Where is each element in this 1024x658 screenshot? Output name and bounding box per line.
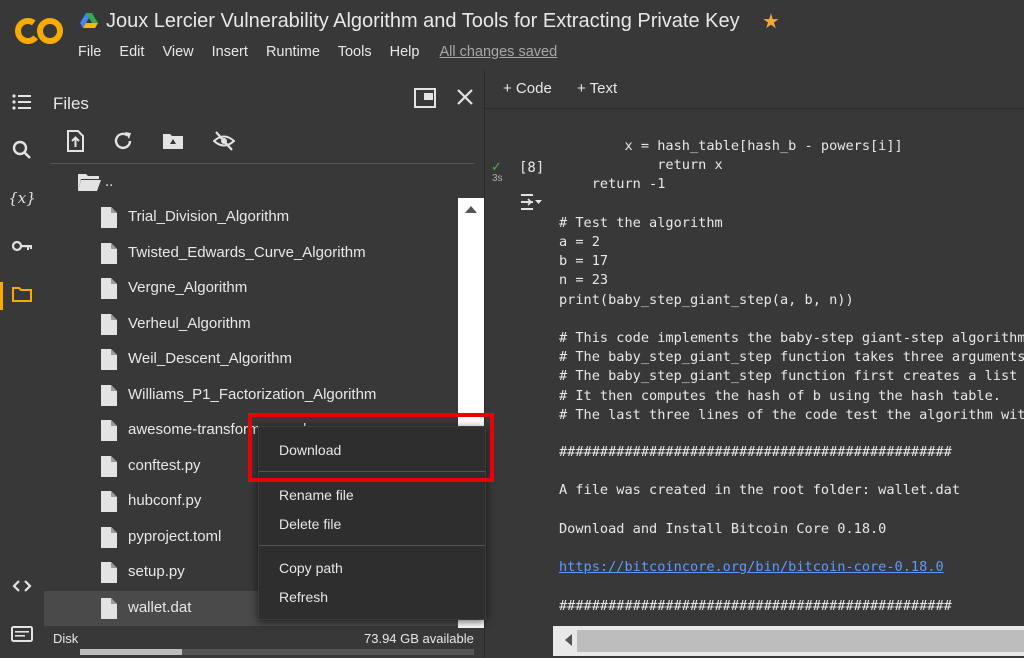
file-icon: [101, 313, 117, 335]
highlight-box: [248, 413, 494, 482]
refresh-icon[interactable]: [112, 130, 134, 152]
cell-output: ########################################…: [559, 443, 960, 616]
left-rail: {x}: [0, 70, 44, 658]
files-title: Files: [53, 94, 89, 113]
file-name: Trial_Division_Algorithm: [128, 208, 290, 225]
notebook-area: + Code + Text ✓ 3s [8] x = hash_table[ha…: [485, 70, 1024, 658]
drive-icon[interactable]: [80, 12, 98, 30]
search-icon[interactable]: [10, 138, 34, 162]
output-actions-icon[interactable]: [519, 193, 543, 211]
add-code-button[interactable]: + Code: [503, 80, 552, 97]
file-item[interactable]: Trial_Division_Algorithm: [44, 200, 459, 235]
code-snippets-icon[interactable]: [10, 574, 34, 598]
menu-item-delete[interactable]: Delete file: [279, 516, 341, 532]
file-name: conftest.py: [128, 456, 201, 474]
execution-time: 3s: [492, 173, 503, 184]
divider: [50, 163, 474, 164]
bitcoin-core-link[interactable]: https://bitcoincore.org/bin/bitcoin-core…: [559, 559, 944, 575]
menu-item-refresh[interactable]: Refresh: [279, 589, 328, 605]
menu-bar: File Edit View Insert Runtime Tools Help…: [78, 44, 571, 60]
file-icon: [101, 526, 117, 548]
toc-icon[interactable]: [10, 90, 34, 114]
mount-drive-icon[interactable]: [162, 130, 184, 152]
menu-runtime[interactable]: Runtime: [266, 44, 320, 60]
file-name: Weil_Descent_Algorithm: [128, 350, 292, 367]
file-item-parent[interactable]: ..: [44, 165, 459, 200]
file-name: setup.py: [128, 563, 185, 580]
folder-open-icon: [78, 174, 101, 191]
file-icon: [101, 420, 117, 441]
file-name: Williams_P1_Factorization_Algorithm: [128, 385, 377, 403]
file-icon: [101, 278, 117, 299]
file-icon: [101, 455, 117, 477]
notebook-toolbar: + Code + Text: [485, 70, 1024, 109]
file-icon: [101, 349, 117, 370]
file-icon: [101, 242, 117, 264]
output-lines: ########################################…: [559, 444, 961, 537]
output-tail: ########################################…: [559, 597, 952, 614]
scroll-left-arrow-icon[interactable]: [565, 634, 572, 646]
code-content[interactable]: x = hash_table[hash_b - powers[i]] retur…: [559, 137, 1024, 425]
add-text-button[interactable]: + Text: [577, 80, 617, 97]
disk-usage-fill: [80, 649, 182, 655]
active-indicator: [0, 282, 3, 310]
notebook-title[interactable]: Joux Lercier Vulnerability Algorithm and…: [106, 10, 740, 33]
file-name: Twisted_Edwards_Curve_Algorithm: [128, 243, 366, 261]
horizontal-scrollbar-thumb[interactable]: [577, 630, 1024, 652]
file-name: wallet.dat: [128, 598, 192, 616]
terminal-icon[interactable]: [10, 622, 34, 646]
colab-logo[interactable]: [14, 12, 64, 50]
menu-item-rename[interactable]: Rename file: [279, 487, 354, 503]
file-item[interactable]: Williams_P1_Factorization_Algorithm: [44, 378, 459, 413]
disk-label: Disk: [53, 631, 79, 646]
key-icon[interactable]: [10, 234, 34, 258]
variables-icon[interactable]: {x}: [10, 186, 34, 210]
close-icon[interactable]: [456, 88, 474, 106]
new-window-icon[interactable]: [414, 88, 436, 108]
file-name: hubconf.py: [128, 492, 202, 509]
scroll-up-arrow-icon[interactable]: [465, 206, 477, 213]
file-icon: [101, 597, 117, 619]
menu-edit[interactable]: Edit: [119, 44, 144, 60]
menu-tools[interactable]: Tools: [338, 44, 372, 60]
file-icon: [101, 384, 117, 406]
file-icon: [101, 562, 117, 583]
file-name: ..: [105, 173, 114, 190]
menu-view[interactable]: View: [162, 44, 193, 60]
menu-help[interactable]: Help: [390, 44, 420, 60]
header: Joux Lercier Vulnerability Algorithm and…: [0, 0, 1024, 71]
file-item[interactable]: Twisted_Edwards_Curve_Algorithm: [44, 236, 459, 271]
save-status[interactable]: All changes saved: [439, 44, 557, 60]
menu-insert[interactable]: Insert: [212, 44, 248, 60]
menu-file[interactable]: File: [78, 44, 101, 60]
menu-separator: [259, 545, 485, 546]
star-icon[interactable]: ★: [762, 9, 780, 34]
execution-count[interactable]: [8]: [519, 160, 544, 176]
file-icon: [101, 207, 117, 228]
file-icon: [101, 491, 117, 512]
file-name: Vergne_Algorithm: [128, 279, 248, 296]
menu-item-copy-path[interactable]: Copy path: [279, 560, 343, 576]
hidden-files-icon[interactable]: [213, 130, 235, 152]
file-name: pyproject.toml: [128, 527, 222, 545]
file-item[interactable]: Vergne_Algorithm: [44, 271, 459, 306]
file-item[interactable]: Verheul_Algorithm: [44, 307, 459, 342]
file-item[interactable]: Weil_Descent_Algorithm: [44, 342, 459, 377]
code-cell[interactable]: ✓ 3s [8] x = hash_table[hash_b - powers[…: [485, 109, 1024, 625]
file-name: Verheul_Algorithm: [128, 314, 251, 332]
svg-text:{x}: {x}: [10, 189, 34, 207]
folder-icon[interactable]: [10, 282, 34, 306]
disk-available: 73.94 GB available: [364, 631, 474, 646]
upload-icon[interactable]: [64, 130, 86, 152]
